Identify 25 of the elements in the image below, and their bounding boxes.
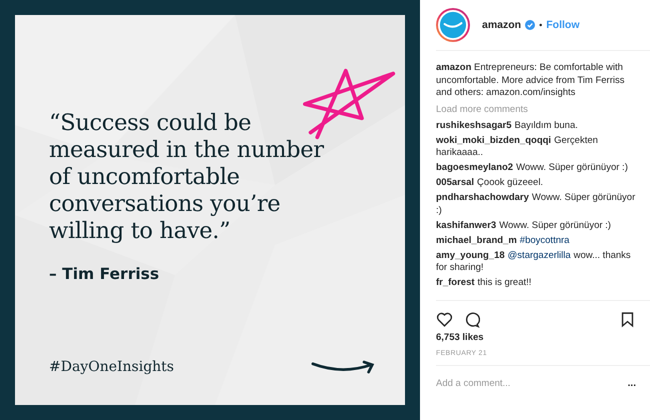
- comment-text: bagoesmeylano2 Woww. Süper görünüyor :): [436, 162, 629, 174]
- hashtag-text: #DayOneInsights: [49, 359, 175, 375]
- separator-dot: •: [539, 20, 542, 30]
- comment-link[interactable]: @stargazerlilla: [508, 250, 571, 260]
- bookmark-icon[interactable]: [619, 310, 636, 328]
- comment-text: woki_moki_bizden_qoqqi Gerçekten harikaaaa..: [436, 134, 599, 160]
- comment-text: michael_brand_m #boycottnra: [436, 234, 570, 247]
- comment-text: 005arsal Çoook güzeeel.: [436, 177, 544, 190]
- smile-arrow-icon: [311, 360, 375, 374]
- comment-link[interactable]: #boycottnra: [520, 234, 570, 246]
- comment-input[interactable]: Add a comment...: [436, 378, 628, 388]
- more-options-button[interactable]: ...: [628, 378, 636, 388]
- comment-text: amy_young_18 @stargazerlilla wow... thanks for sharing!: [436, 250, 632, 274]
- heart-icon[interactable]: [436, 310, 453, 328]
- username[interactable]: amazon: [482, 19, 522, 31]
- comment-icon[interactable]: [463, 310, 480, 328]
- avatar[interactable]: [436, 8, 470, 42]
- comment-text: fr_forest this is great!!: [436, 277, 532, 290]
- quote-author: – Tim Ferriss: [49, 265, 160, 283]
- comment-text: rushikeshsagar5 Bayıldım buna.: [436, 120, 579, 132]
- comment-text: pndharshachowdary Woww. Süper görünüyor :): [436, 192, 636, 217]
- quote-text: “Success could be measured in the number of uncomfortable conversations you’re willing to have.”: [49, 110, 325, 245]
- caption-text: amazon Entrepreneurs: Be comfortable with uncomfortable. More advice from Tim Ferriss and others: amazon.com/insights: [436, 62, 626, 100]
- comment-text: kashifanwer3 Woww. Süper görünüyor :): [436, 220, 612, 232]
- likes-count: 6,753 likes: [436, 332, 485, 342]
